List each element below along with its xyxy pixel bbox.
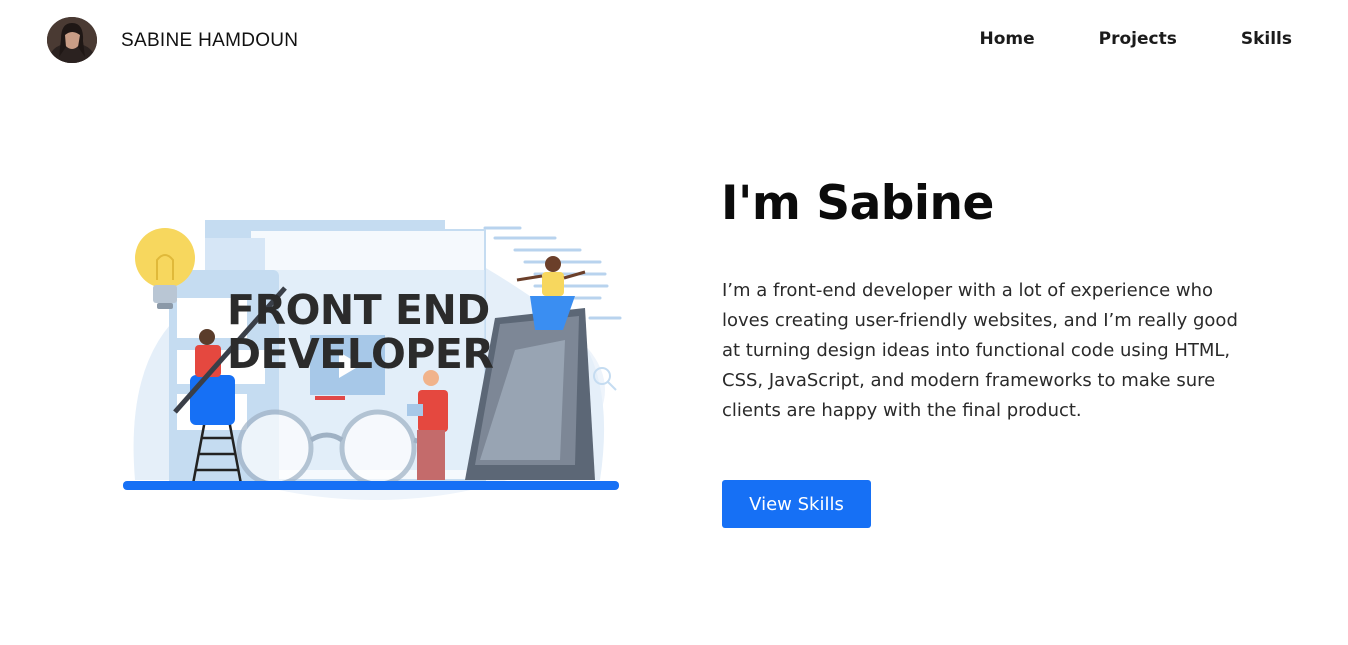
nav-item-home[interactable]: Home: [979, 29, 1034, 49]
brand-name[interactable]: SABINE HAMDOUN: [121, 30, 298, 52]
avatar-photo: [47, 17, 97, 63]
hero-illustration: FRONT END DEVELOPER: [95, 190, 655, 510]
illustration-title: FRONT END DEVELOPER: [227, 286, 494, 378]
main-nav: Home Projects Skills: [979, 29, 1292, 49]
illustration-title-line-1: FRONT END: [227, 286, 490, 334]
view-skills-button[interactable]: View Skills: [722, 480, 871, 528]
page-title: I'm Sabine: [721, 176, 994, 231]
illustration-title-line-2: DEVELOPER: [227, 330, 494, 378]
intro-description: I’m a front-end developer with a lot of …: [722, 280, 1238, 421]
nav-item-projects[interactable]: Projects: [1099, 29, 1177, 49]
avatar[interactable]: [47, 17, 97, 63]
nav-item-skills[interactable]: Skills: [1241, 29, 1292, 49]
site-header: SABINE HAMDOUN Home Projects Skills: [0, 0, 1348, 82]
